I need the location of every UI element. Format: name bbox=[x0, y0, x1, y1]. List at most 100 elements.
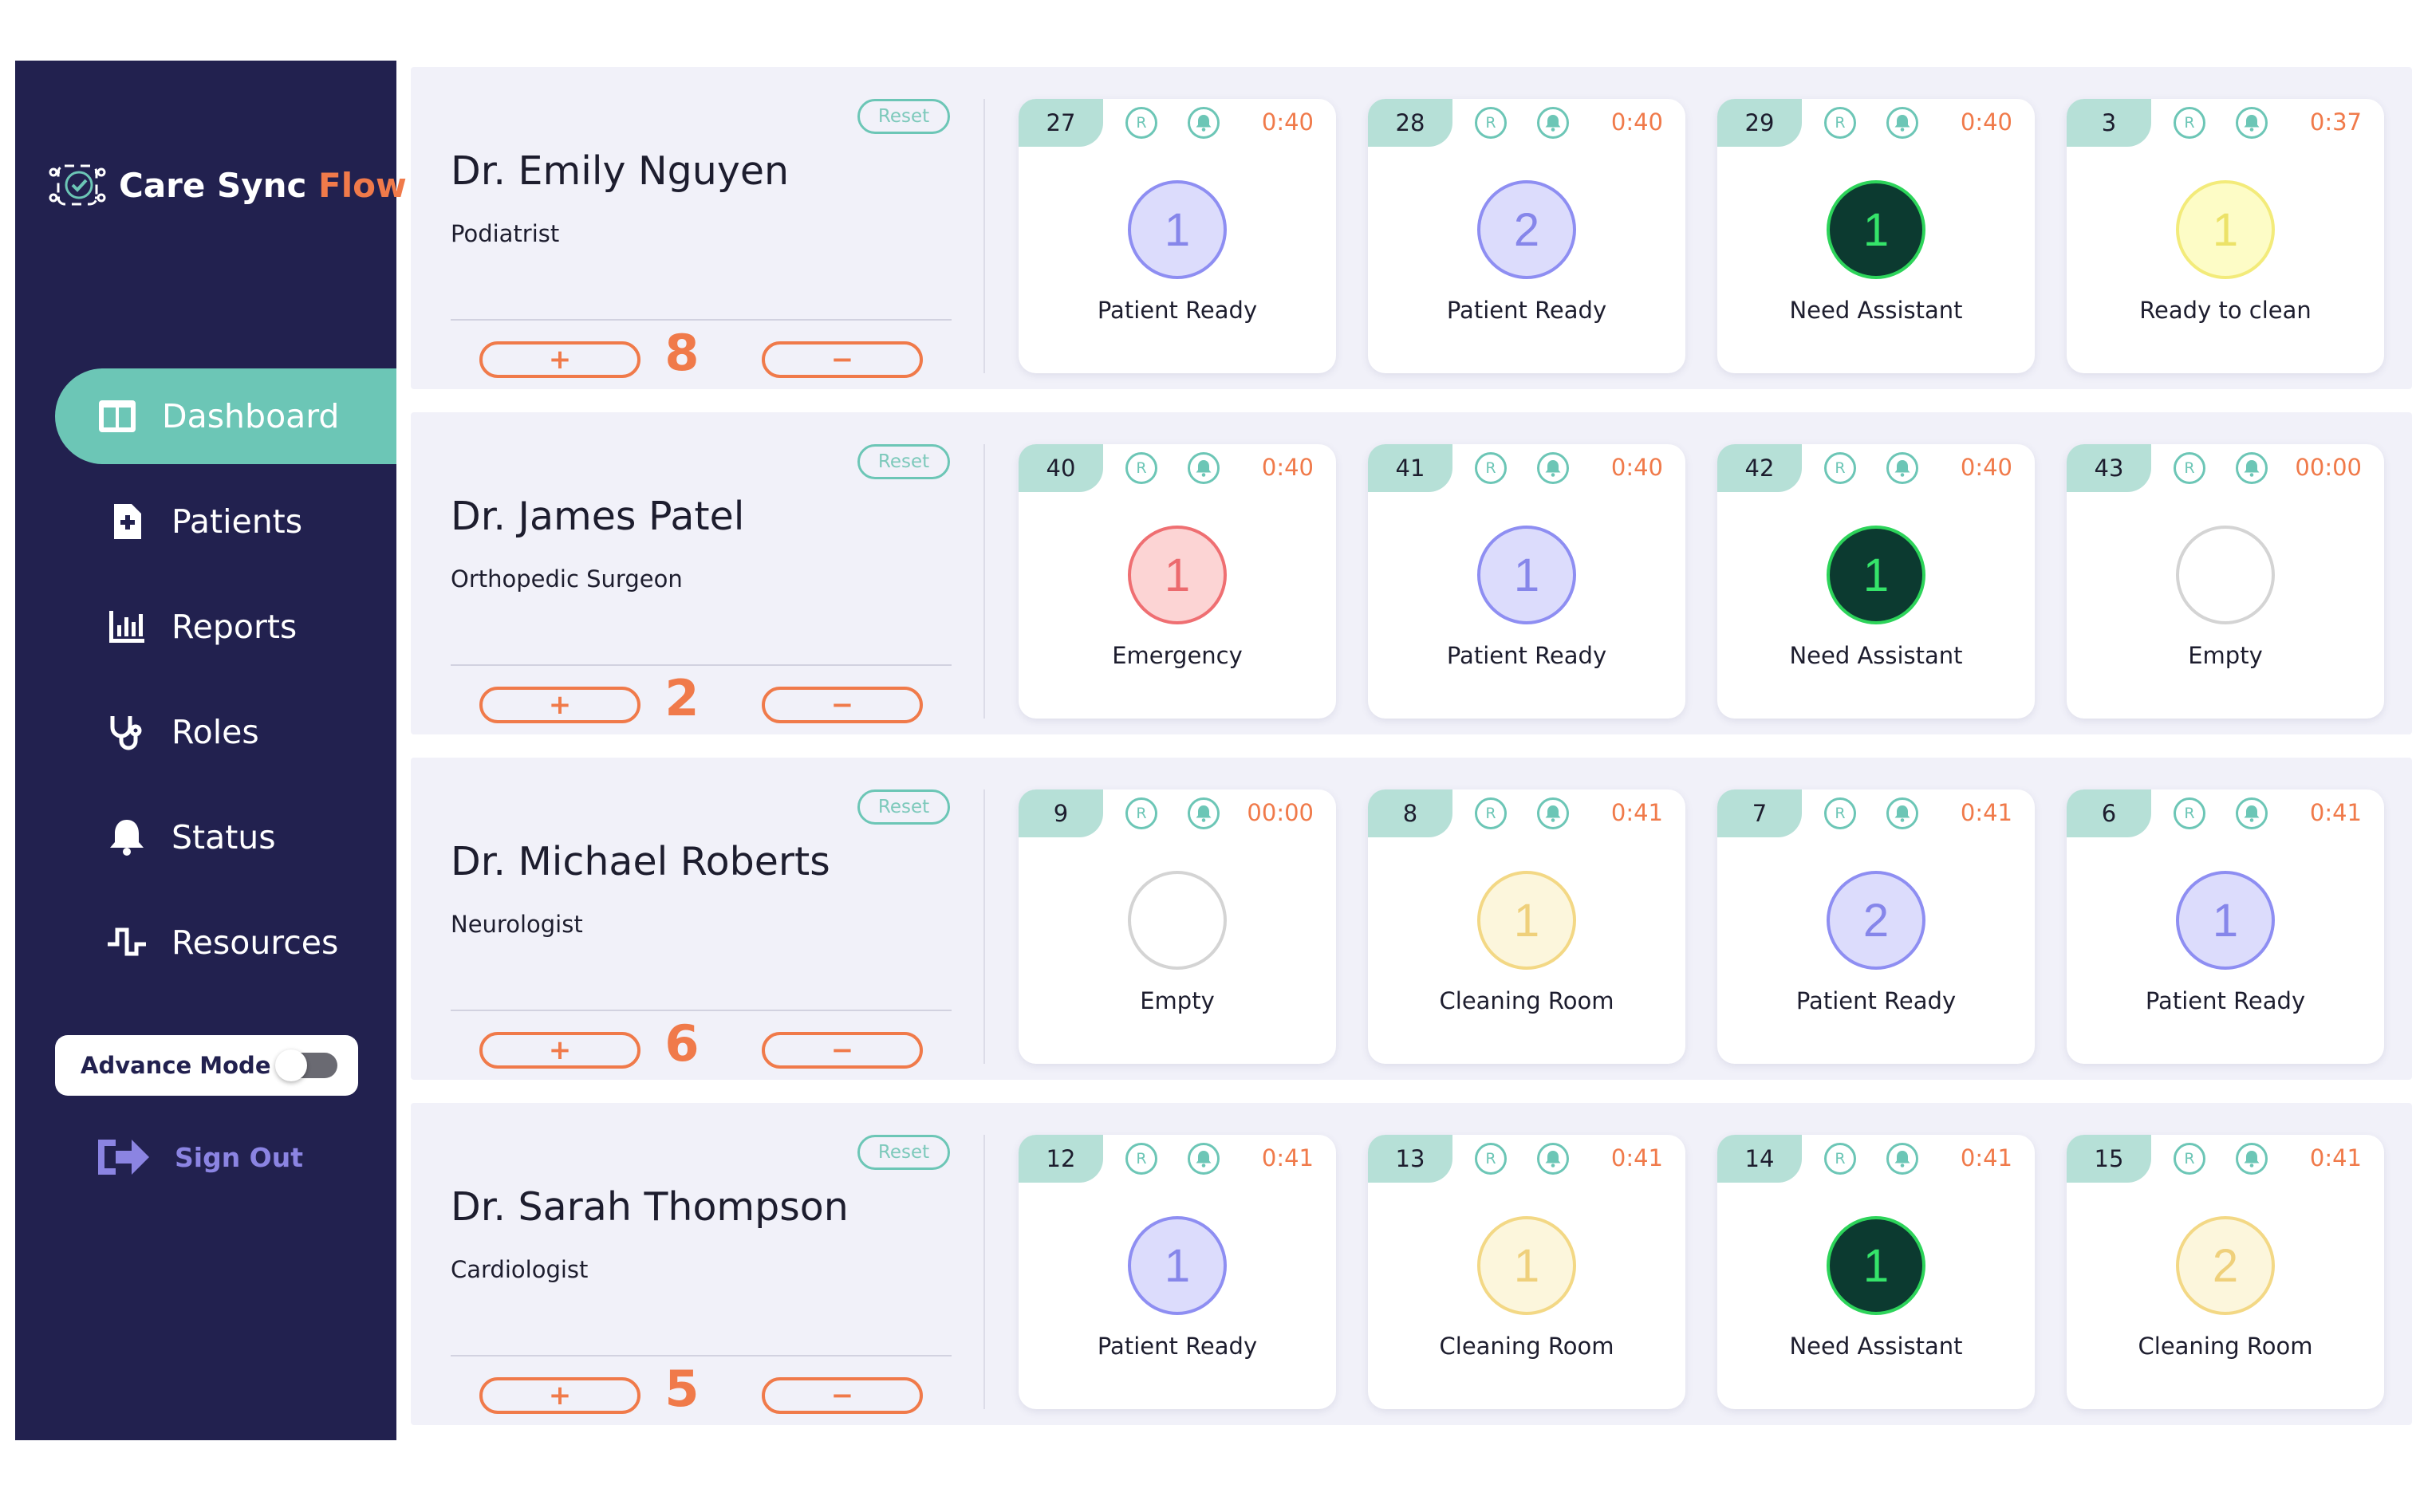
sidebar-item-label: Patients bbox=[171, 502, 303, 541]
sidebar-item-resources[interactable]: Resources bbox=[55, 895, 396, 990]
status-indicator: 1 bbox=[1827, 526, 1925, 624]
bell-icon[interactable] bbox=[1188, 107, 1220, 139]
sidebar-item-status[interactable]: Status bbox=[55, 789, 396, 885]
room-card[interactable]: 29 R 0:40 1 Need Assistant bbox=[1717, 99, 2035, 373]
reset-button[interactable]: Reset bbox=[857, 1135, 950, 1170]
room-timer: 0:41 bbox=[2309, 1144, 2362, 1171]
room-card[interactable]: 6 R 0:41 1 Patient Ready bbox=[2067, 789, 2384, 1064]
decrement-button[interactable]: − bbox=[762, 1377, 923, 1414]
r-badge-icon[interactable]: R bbox=[1824, 797, 1856, 829]
r-badge-icon[interactable]: R bbox=[1475, 1143, 1507, 1175]
room-timer: 00:00 bbox=[2295, 454, 2362, 481]
room-card[interactable]: 7 R 0:41 2 Patient Ready bbox=[1717, 789, 2035, 1064]
doctor-specialty: Podiatrist bbox=[451, 220, 560, 247]
sidebar-item-label: Reports bbox=[171, 608, 298, 646]
bell-icon[interactable] bbox=[2236, 107, 2268, 139]
room-number: 41 bbox=[1368, 444, 1452, 492]
room-card[interactable]: 13 R 0:41 1 Cleaning Room bbox=[1368, 1135, 1685, 1409]
r-badge-icon[interactable]: R bbox=[2174, 797, 2205, 829]
app-name-accent: Flow bbox=[318, 165, 407, 205]
doctor-specialty: Orthopedic Surgeon bbox=[451, 565, 683, 593]
status-indicator bbox=[1128, 871, 1227, 970]
increment-button[interactable]: + bbox=[479, 1377, 640, 1414]
room-number: 42 bbox=[1717, 444, 1802, 492]
r-badge-icon[interactable]: R bbox=[1125, 1143, 1157, 1175]
bell-icon[interactable] bbox=[1188, 797, 1220, 829]
reset-button[interactable]: Reset bbox=[857, 444, 950, 479]
r-badge-icon[interactable]: R bbox=[2174, 107, 2205, 139]
app-logo[interactable]: Care Sync Flow bbox=[47, 155, 407, 215]
bell-icon[interactable] bbox=[1886, 452, 1918, 484]
r-badge-icon[interactable]: R bbox=[1824, 1143, 1856, 1175]
room-card[interactable]: 9 R 00:00 Empty bbox=[1019, 789, 1336, 1064]
bell-icon[interactable] bbox=[1537, 797, 1569, 829]
r-badge-icon[interactable]: R bbox=[1475, 452, 1507, 484]
r-badge-icon[interactable]: R bbox=[1475, 797, 1507, 829]
room-status: Empty bbox=[1140, 987, 1215, 1014]
room-card[interactable]: 8 R 0:41 1 Cleaning Room bbox=[1368, 789, 1685, 1064]
room-timer: 0:40 bbox=[1261, 454, 1314, 481]
doctor-name: Dr. Emily Nguyen bbox=[451, 148, 790, 194]
bell-icon[interactable] bbox=[2236, 797, 2268, 829]
room-card[interactable]: 14 R 0:41 1 Need Assistant bbox=[1717, 1135, 2035, 1409]
reset-button[interactable]: Reset bbox=[857, 789, 950, 825]
room-card[interactable]: 40 R 0:40 1 Emergency bbox=[1019, 444, 1336, 719]
room-number: 27 bbox=[1019, 99, 1103, 147]
increment-button[interactable]: + bbox=[479, 687, 640, 723]
bell-icon[interactable] bbox=[1886, 107, 1918, 139]
room-number: 15 bbox=[2067, 1135, 2151, 1183]
sign-out-button[interactable]: Sign Out bbox=[95, 1133, 303, 1181]
decrement-button[interactable]: − bbox=[762, 1032, 923, 1069]
room-number: 9 bbox=[1019, 789, 1103, 837]
bell-icon[interactable] bbox=[1886, 797, 1918, 829]
bell-icon[interactable] bbox=[1188, 452, 1220, 484]
decrement-button[interactable]: − bbox=[762, 687, 923, 723]
room-number: 8 bbox=[1368, 789, 1452, 837]
bell-icon[interactable] bbox=[1537, 107, 1569, 139]
r-badge-icon[interactable]: R bbox=[1475, 107, 1507, 139]
r-badge-icon[interactable]: R bbox=[2174, 452, 2205, 484]
bell-icon[interactable] bbox=[1537, 452, 1569, 484]
room-card[interactable]: 15 R 0:41 2 Cleaning Room bbox=[2067, 1135, 2384, 1409]
reset-button[interactable]: Reset bbox=[857, 99, 950, 134]
app-name-main: Care Sync bbox=[119, 165, 307, 205]
increment-button[interactable]: + bbox=[479, 1032, 640, 1069]
toggle-knob bbox=[275, 1049, 307, 1081]
bell-icon[interactable] bbox=[1537, 1143, 1569, 1175]
r-badge-icon[interactable]: R bbox=[2174, 1143, 2205, 1175]
sidebar-item-patients[interactable]: Patients bbox=[55, 474, 396, 569]
bell-icon[interactable] bbox=[1886, 1143, 1918, 1175]
r-badge-icon[interactable]: R bbox=[1125, 797, 1157, 829]
bell-icon[interactable] bbox=[2236, 452, 2268, 484]
r-badge-icon[interactable]: R bbox=[1824, 107, 1856, 139]
room-card[interactable]: 43 R 00:00 Empty bbox=[2067, 444, 2384, 719]
status-indicator: 1 bbox=[1827, 180, 1925, 279]
increment-button[interactable]: + bbox=[479, 341, 640, 378]
room-card[interactable]: 3 R 0:37 1 Ready to clean bbox=[2067, 99, 2384, 373]
bell-icon[interactable] bbox=[2236, 1143, 2268, 1175]
room-card[interactable]: 28 R 0:40 2 Patient Ready bbox=[1368, 99, 1685, 373]
room-card[interactable]: 41 R 0:40 1 Patient Ready bbox=[1368, 444, 1685, 719]
sidebar-item-reports[interactable]: Reports bbox=[55, 579, 396, 675]
doctor-row: Dr. James Patel Orthopedic Surgeon Reset… bbox=[411, 412, 2412, 734]
room-timer: 00:00 bbox=[1247, 799, 1314, 826]
advance-mode-toggle[interactable] bbox=[275, 1049, 337, 1081]
room-card[interactable]: 27 R 0:40 1 Patient Ready bbox=[1019, 99, 1336, 373]
advance-mode-panel: Advance Mode bbox=[55, 1035, 358, 1096]
room-card[interactable]: 42 R 0:40 1 Need Assistant bbox=[1717, 444, 2035, 719]
sidebar-item-roles[interactable]: Roles bbox=[55, 684, 396, 780]
room-card[interactable]: 12 R 0:41 1 Patient Ready bbox=[1019, 1135, 1336, 1409]
room-status: Empty bbox=[2188, 642, 2263, 669]
room-status: Need Assistant bbox=[1789, 642, 1963, 669]
decrement-button[interactable]: − bbox=[762, 341, 923, 378]
room-number: 28 bbox=[1368, 99, 1452, 147]
sidebar-item-label: Dashboard bbox=[162, 397, 340, 435]
r-badge-icon[interactable]: R bbox=[1125, 107, 1157, 139]
r-badge-icon[interactable]: R bbox=[1824, 452, 1856, 484]
status-indicator bbox=[2176, 526, 2275, 624]
r-badge-icon[interactable]: R bbox=[1125, 452, 1157, 484]
room-timer: 0:41 bbox=[1960, 799, 2012, 826]
divider bbox=[983, 789, 985, 1064]
sidebar-item-dashboard[interactable]: Dashboard bbox=[55, 368, 396, 464]
bell-icon[interactable] bbox=[1188, 1143, 1220, 1175]
